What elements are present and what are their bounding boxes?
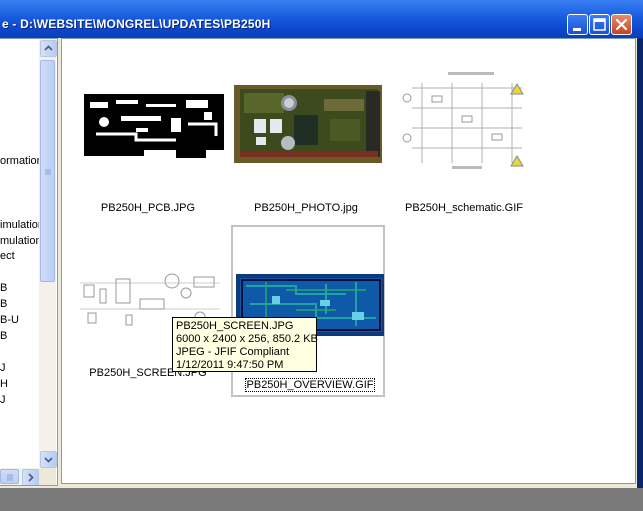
thumbnail-pane[interactable]: PB250H_PCB.JPG PB250H_PHOTO.jpg PB250H_s… xyxy=(61,38,636,484)
h-scroll-thumb[interactable] xyxy=(0,469,19,484)
maximize-button[interactable] xyxy=(589,14,610,35)
tooltip-file-name: PB250H_SCREEN.JPG xyxy=(176,320,294,332)
scroll-right-button[interactable] xyxy=(22,469,39,485)
window-title: e - D:\WEBSITE\MONGREL\UPDATES\PB250H xyxy=(2,17,271,31)
schematic-image xyxy=(392,68,540,178)
pcb-layout-image xyxy=(76,84,224,164)
grip-icon xyxy=(7,474,13,481)
thumbnail-caption: PB250H_PHOTO.jpg xyxy=(254,202,358,214)
chevron-up-icon xyxy=(44,45,53,51)
thumbnail-item[interactable]: PB250H_schematic.GIF xyxy=(387,62,541,234)
tree-vertical-scrollbar[interactable] xyxy=(39,39,57,468)
tooltip-date: 1/12/2011 9:47:50 PM xyxy=(176,359,284,371)
minimize-icon xyxy=(573,28,581,31)
tooltip-file-type: JPEG - JFIF Compliant xyxy=(176,346,290,358)
tree-item[interactable]: J xyxy=(0,394,6,406)
tree-item[interactable]: B xyxy=(0,330,7,342)
thumbnail-caption: PB250H_OVERVIEW.GIF xyxy=(233,378,387,392)
tree-item[interactable]: imulation xyxy=(0,219,44,231)
tree-item[interactable]: ect xyxy=(0,250,15,262)
thumbnail-caption: PB250H_PCB.JPG xyxy=(100,202,196,214)
tree-item[interactable]: B xyxy=(0,298,7,310)
tree-item[interactable]: B xyxy=(0,282,7,294)
thumbnail-caption: PB250H_schematic.GIF xyxy=(405,202,523,214)
window-content: ormation imulation mulation ect B B B-U … xyxy=(0,38,637,488)
tree-item[interactable]: ormation xyxy=(0,155,43,167)
grip-icon xyxy=(45,169,51,175)
scroll-up-button[interactable] xyxy=(40,40,57,57)
tree-item[interactable]: B-U xyxy=(0,314,19,326)
scroll-thumb[interactable] xyxy=(40,60,55,282)
minimize-button[interactable] xyxy=(567,14,588,35)
chevron-right-icon xyxy=(28,473,34,482)
explorer-window: e - D:\WEBSITE\MONGREL\UPDATES\PB250H or… xyxy=(0,0,643,511)
chevron-down-icon xyxy=(44,457,53,463)
tooltip-dimensions: 6000 x 2400 x 256, 850.2 KB xyxy=(176,333,318,345)
title-bar[interactable]: e - D:\WEBSITE\MONGREL\UPDATES\PB250H xyxy=(0,0,643,39)
scroll-down-button[interactable] xyxy=(40,451,57,468)
close-button[interactable] xyxy=(611,14,632,35)
bottom-edge xyxy=(0,488,643,511)
tree-item[interactable]: mulation xyxy=(0,235,42,247)
tree-item[interactable]: H xyxy=(0,378,8,390)
thumbnail-caption-text: PB250H_OVERVIEW.GIF xyxy=(244,378,376,392)
tree-horizontal-scrollbar[interactable] xyxy=(0,468,39,485)
maximize-icon xyxy=(593,18,606,31)
thumbnail-item[interactable]: PB250H_PCB.JPG xyxy=(71,62,225,234)
close-icon xyxy=(615,18,628,31)
thumbnail-item[interactable]: PB250H_PHOTO.jpg xyxy=(229,62,383,234)
tree-item[interactable]: J xyxy=(0,362,6,374)
folder-tree-pane[interactable]: ormation imulation mulation ect B B B-U … xyxy=(0,38,58,486)
scroll-corner xyxy=(39,468,56,485)
board-photo-image xyxy=(234,85,382,163)
file-info-tooltip: PB250H_SCREEN.JPG 6000 x 2400 x 256, 850… xyxy=(172,317,318,372)
